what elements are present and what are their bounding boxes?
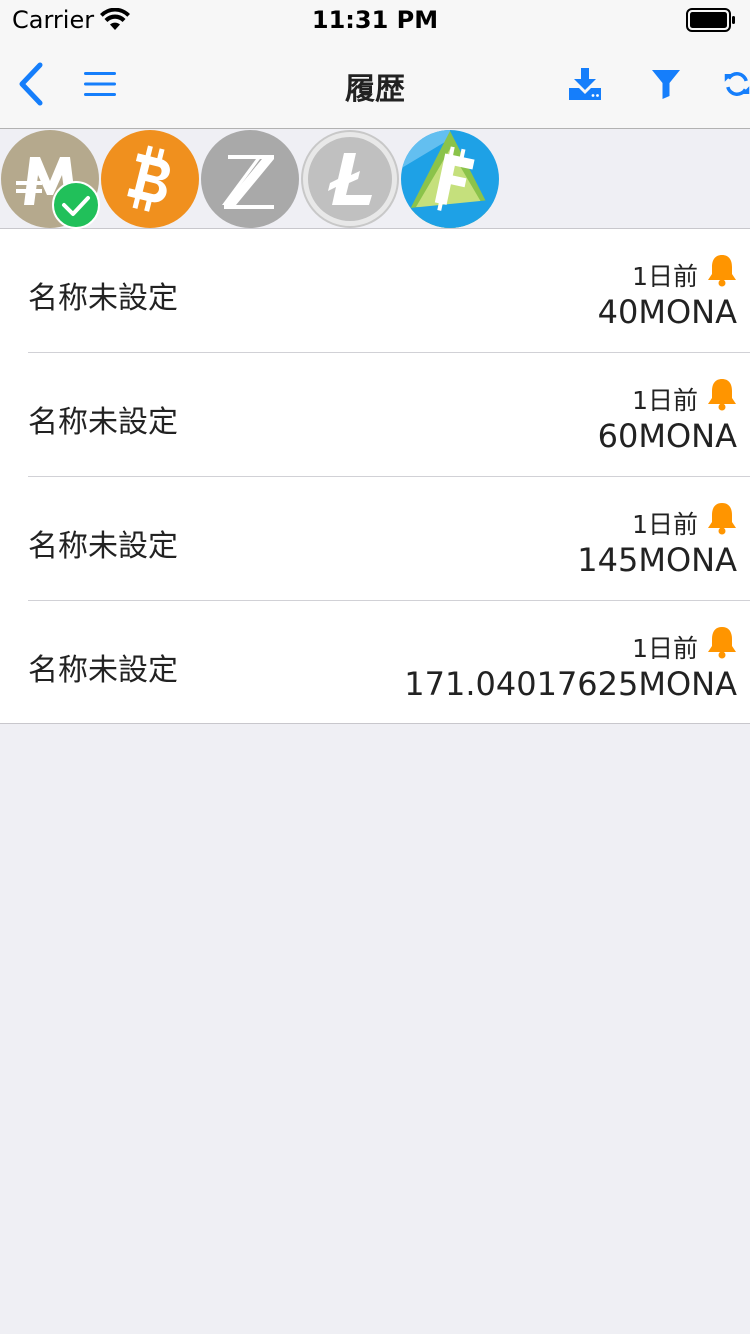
page-title: 履歴 xyxy=(345,72,405,107)
history-row[interactable]: 名称未設定 1日前 145MONA xyxy=(0,477,750,601)
history-row[interactable]: 名称未設定 1日前 171.04017625MONA xyxy=(0,601,750,723)
history-row-label: 名称未設定 xyxy=(28,529,178,564)
status-bar: Carrier 11:31 PM xyxy=(0,0,750,40)
nav-bar: 履歴 xyxy=(0,40,750,129)
litecoin-coin-button[interactable] xyxy=(300,129,400,229)
history-row-time: 1日前 xyxy=(632,634,698,663)
history-row-amount: 171.04017625MONA xyxy=(404,665,737,703)
bell-icon xyxy=(708,255,736,287)
history-row-time: 1日前 xyxy=(632,262,698,291)
fujicoin-coin-button[interactable] xyxy=(400,129,500,229)
fujicoin-coin-icon xyxy=(401,130,499,228)
filter-icon xyxy=(652,70,680,99)
history-row-amount: 40MONA xyxy=(597,293,737,331)
coin-selector xyxy=(0,129,750,229)
download-icon xyxy=(569,68,601,100)
history-row-time: 1日前 xyxy=(632,510,698,539)
bell-icon xyxy=(708,503,736,535)
history-row-label: 名称未設定 xyxy=(28,653,178,688)
download-button[interactable] xyxy=(562,40,608,128)
history-list: 名称未設定 1日前 40MONA 名称未設定 1日前 60MONA 名称未設定 … xyxy=(0,229,750,724)
litecoin-coin-icon xyxy=(301,130,399,228)
bitcoin-coin-icon xyxy=(101,130,199,228)
monacoin-coin-button[interactable] xyxy=(0,129,100,229)
bitzeny-coin-icon xyxy=(201,130,299,228)
bell-icon xyxy=(708,379,736,411)
refresh-button[interactable] xyxy=(724,40,750,128)
history-row-amount: 60MONA xyxy=(597,417,737,455)
history-row-label: 名称未設定 xyxy=(28,405,178,440)
bitzeny-coin-button[interactable] xyxy=(200,129,300,229)
bell-icon xyxy=(708,627,736,659)
history-row-label: 名称未設定 xyxy=(28,281,178,316)
bitcoin-coin-button[interactable] xyxy=(100,129,200,229)
history-row-time: 1日前 xyxy=(632,386,698,415)
history-row[interactable]: 名称未設定 1日前 60MONA xyxy=(0,353,750,477)
selected-check-icon xyxy=(52,181,100,229)
filter-button[interactable] xyxy=(646,40,686,128)
history-row-amount: 145MONA xyxy=(577,541,737,579)
battery-icon xyxy=(686,8,736,36)
refresh-icon xyxy=(724,72,750,96)
clock: 11:31 PM xyxy=(311,6,439,34)
history-row[interactable]: 名称未設定 1日前 40MONA xyxy=(0,229,750,353)
